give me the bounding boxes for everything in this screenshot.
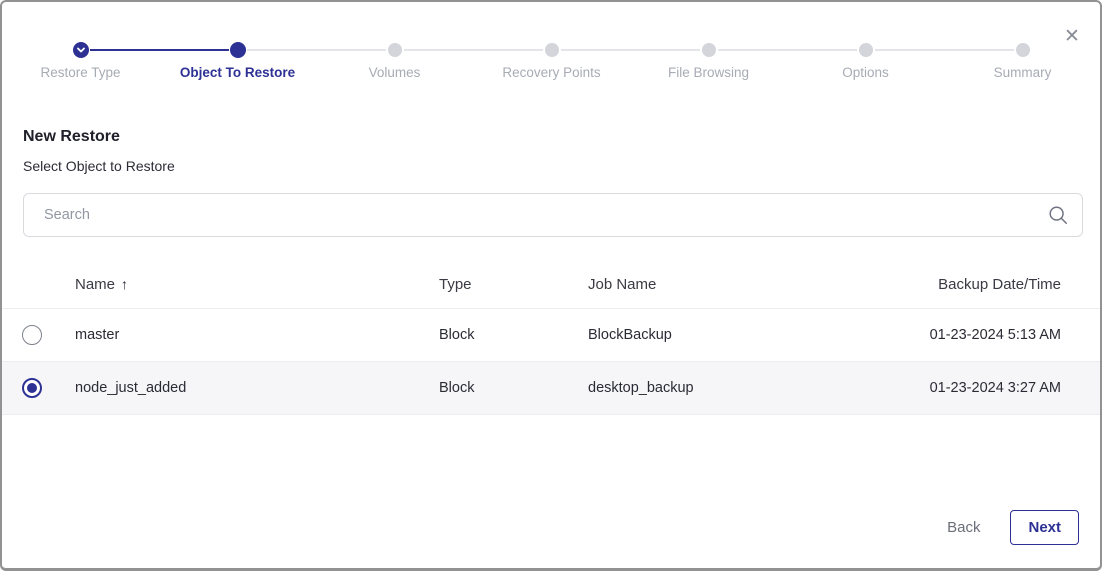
radio-selected[interactable] (22, 378, 42, 398)
step-dot-icon (388, 43, 402, 57)
radio-unselected[interactable] (22, 325, 42, 345)
table-row[interactable]: node_just_added Block desktop_backup 01-… (2, 362, 1100, 415)
table-row[interactable]: master Block BlockBackup 01-23-2024 5:13… (2, 309, 1100, 362)
next-button[interactable]: Next (1010, 510, 1079, 545)
search-input[interactable] (23, 193, 1083, 237)
step-dot-icon (859, 43, 873, 57)
cell-job-name: desktop_backup (568, 380, 901, 396)
step-label: Summary (994, 65, 1052, 80)
cell-job-name: BlockBackup (568, 327, 901, 343)
search-icon[interactable] (1047, 204, 1069, 226)
page-subtitle: Select Object to Restore (23, 158, 175, 174)
column-header-type[interactable]: Type (419, 276, 568, 293)
wizard-stepper: Restore Type Object To Restore Volumes R… (2, 42, 1101, 80)
cell-type: Block (419, 327, 568, 343)
new-restore-dialog: ✕ Restore Type Object To Restore Volumes… (0, 0, 1102, 571)
column-header-backup-datetime[interactable]: Backup Date/Time (901, 276, 1100, 293)
cell-name: node_just_added (55, 380, 419, 396)
step-label: Restore Type (40, 65, 120, 80)
step-restore-type[interactable]: Restore Type (2, 42, 159, 80)
column-header-name[interactable]: Name↑ (55, 276, 419, 293)
search-bar (23, 193, 1083, 237)
back-button[interactable]: Back (947, 519, 980, 536)
step-label: Volumes (369, 65, 421, 80)
cell-backup-datetime: 01-23-2024 5:13 AM (901, 327, 1100, 343)
step-completed-check-icon (73, 42, 89, 58)
step-label: File Browsing (668, 65, 749, 80)
step-dot-icon (702, 43, 716, 57)
table-header-row: Name↑ Type Job Name Backup Date/Time (2, 261, 1100, 309)
step-label: Object To Restore (180, 65, 295, 80)
step-volumes[interactable]: Volumes (316, 42, 473, 80)
page-title: New Restore (23, 128, 120, 146)
cell-name: master (55, 327, 419, 343)
step-dot-icon (545, 43, 559, 57)
step-options[interactable]: Options (787, 42, 944, 80)
column-header-job-name[interactable]: Job Name (568, 276, 901, 293)
step-label: Options (842, 65, 889, 80)
wizard-footer: Back Next (947, 510, 1079, 545)
step-active-dot-icon (230, 42, 246, 58)
step-object-to-restore[interactable]: Object To Restore (159, 42, 316, 80)
sort-ascending-icon[interactable]: ↑ (121, 276, 128, 292)
step-summary[interactable]: Summary (944, 42, 1101, 80)
step-dot-icon (1016, 43, 1030, 57)
cell-backup-datetime: 01-23-2024 3:27 AM (901, 380, 1100, 396)
objects-table: Name↑ Type Job Name Backup Date/Time mas… (2, 261, 1100, 415)
step-recovery-points[interactable]: Recovery Points (473, 42, 630, 80)
step-file-browsing[interactable]: File Browsing (630, 42, 787, 80)
step-label: Recovery Points (502, 65, 600, 80)
cell-type: Block (419, 380, 568, 396)
